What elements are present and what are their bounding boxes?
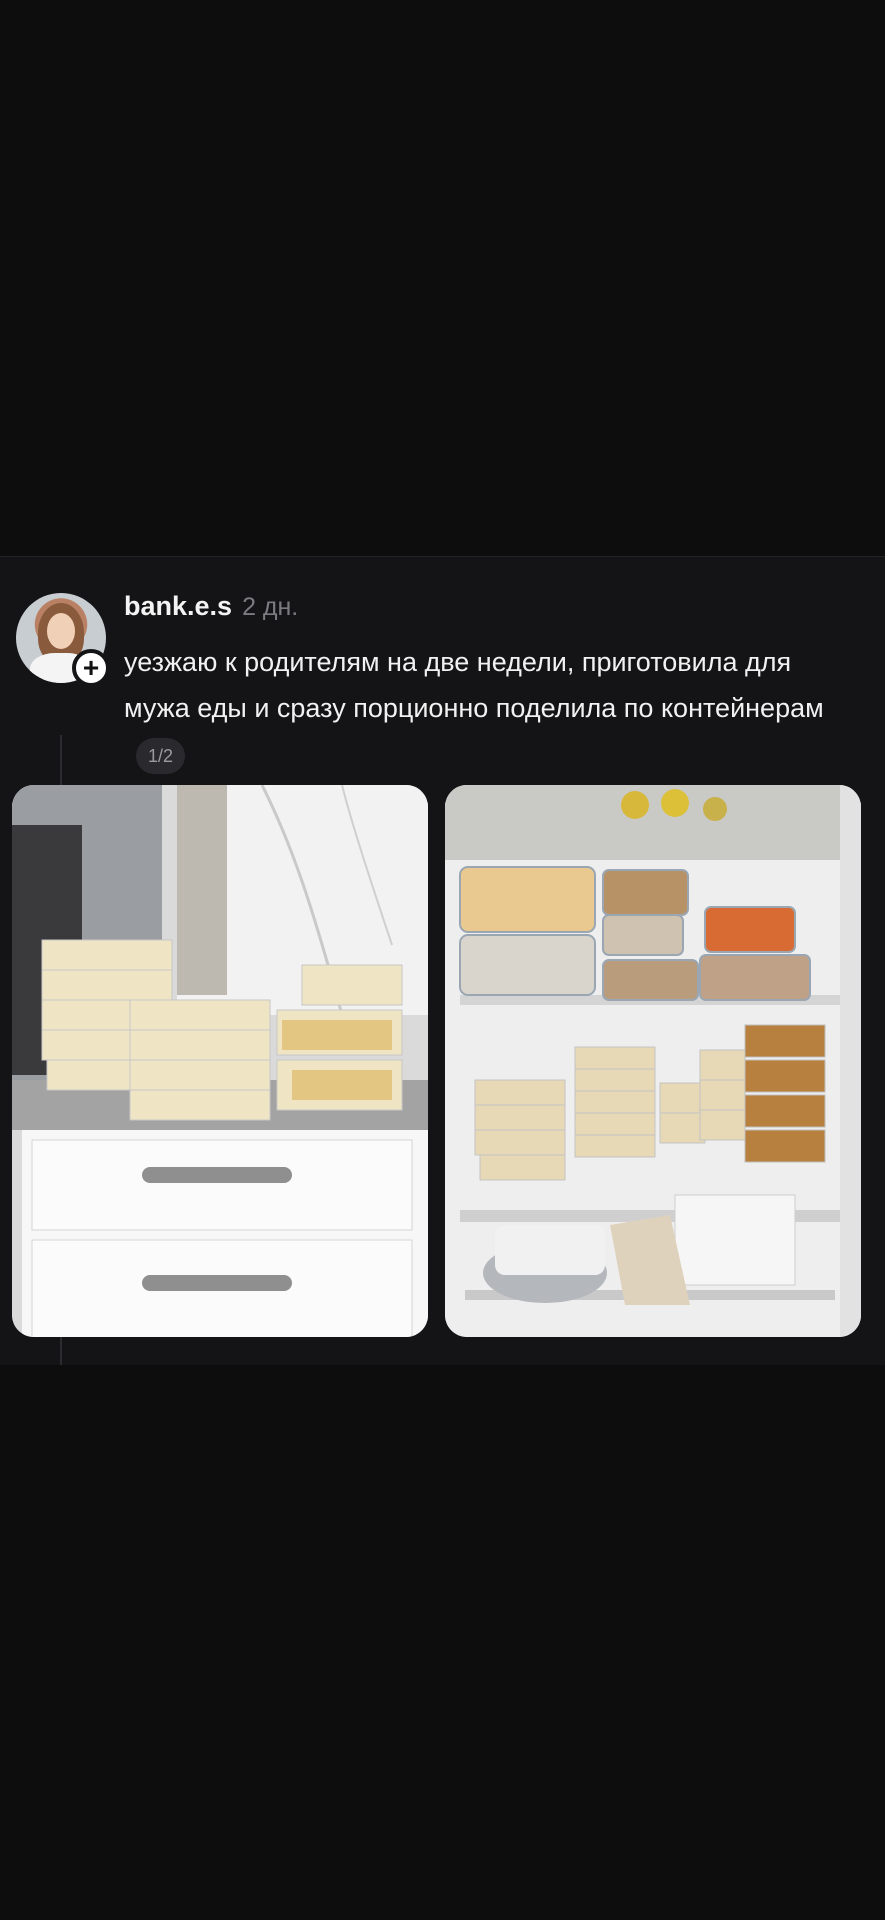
screen: + bank.e.s 2 дн. уезжаю к родителям на д… xyxy=(0,0,885,1920)
kitchen-photo xyxy=(12,785,428,1337)
fridge-photo xyxy=(445,785,861,1337)
thread-post: + bank.e.s 2 дн. уезжаю к родителям на д… xyxy=(0,556,885,1365)
post-text-block: уезжаю к родителям на две недели, пригот… xyxy=(124,639,854,777)
plus-icon[interactable]: + xyxy=(72,649,110,687)
post-text: уезжаю к родителям на две недели, пригот… xyxy=(124,647,824,723)
post-image-1[interactable] xyxy=(12,785,428,1337)
post-header: bank.e.s 2 дн. xyxy=(124,591,298,622)
username[interactable]: bank.e.s xyxy=(124,591,232,622)
post-image-2[interactable] xyxy=(445,785,861,1337)
avatar-container[interactable]: + xyxy=(16,593,110,687)
post-time: 2 дн. xyxy=(242,593,299,621)
image-counter: 1/2 xyxy=(136,737,186,774)
avatar-face xyxy=(47,613,75,649)
